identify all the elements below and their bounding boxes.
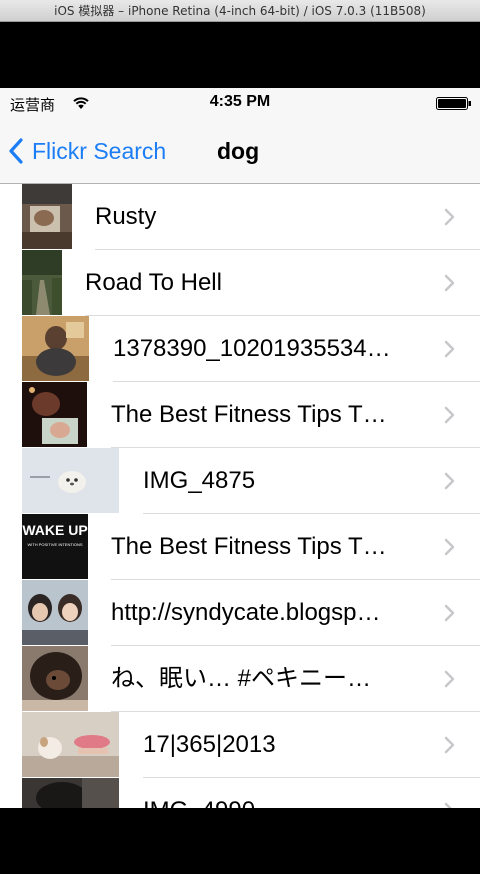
photo-thumbnail (22, 382, 87, 447)
chevron-right-icon (444, 340, 455, 358)
nav-title: dog (217, 138, 260, 164)
table-row[interactable]: WAKE UP WITH POSITIVE INTENTIONS The Bes… (0, 514, 480, 580)
chevron-right-icon (444, 274, 455, 292)
row-title: ね、眠い… #ペキニー… (111, 665, 372, 692)
simulator-top-bezel (0, 22, 480, 88)
status-bar: 运营商 4:35 PM (0, 88, 480, 118)
row-title: The Best Fitness Tips T… (111, 533, 387, 560)
thumbnail-caption-small: WITH POSITIVE INTENTIONS (27, 542, 83, 547)
battery-icon (436, 97, 471, 110)
photo-thumbnail (22, 448, 119, 513)
row-title: IMG_4875 (143, 467, 256, 494)
chevron-right-icon (444, 604, 455, 622)
back-button[interactable]: Flickr Search (8, 136, 166, 166)
table-row[interactable]: ね、眠い… #ペキニー… (0, 646, 480, 712)
back-button-label: Flickr Search (32, 137, 167, 164)
navigation-bar: Flickr Search dog (0, 118, 480, 184)
table-row[interactable]: The Best Fitness Tips T… (0, 382, 480, 448)
chevron-right-icon (444, 472, 455, 490)
table-row[interactable]: Road To Hell (0, 250, 480, 316)
simulator-bottom-bezel (0, 808, 480, 874)
table-row[interactable]: IMG_4875 (0, 448, 480, 514)
photo-thumbnail: WAKE UP WITH POSITIVE INTENTIONS (22, 514, 88, 579)
chevron-right-icon (444, 406, 455, 424)
status-time: 4:35 PM (209, 93, 271, 110)
table-row[interactable]: IMG_4990 (0, 778, 480, 808)
row-title: Road To Hell (85, 269, 222, 296)
table-row[interactable]: http://syndycate.blogsp… (0, 580, 480, 646)
photo-table: Rusty Road To Hell 1378390_10201935534… … (0, 184, 480, 808)
row-title: Rusty (95, 203, 157, 230)
table-row[interactable]: 17|365|2013 (0, 712, 480, 778)
photo-thumbnail (22, 778, 119, 808)
row-title: 17|365|2013 (143, 731, 276, 758)
photo-thumbnail (22, 646, 88, 711)
photo-thumbnail (22, 712, 119, 777)
chevron-left-icon (9, 138, 23, 164)
chevron-right-icon (444, 538, 455, 556)
photo-thumbnail (22, 316, 89, 381)
row-title: 1378390_10201935534… (113, 335, 391, 362)
chevron-right-icon (444, 736, 455, 754)
row-title: IMG_4990 (143, 778, 425, 808)
chevron-right-icon (444, 670, 455, 688)
simulator-title-bar: iOS 模拟器 – iPhone Retina (4-inch 64-bit) … (0, 0, 480, 22)
phone-screen: 运营商 4:35 PM Flickr Search dog Rusty Road… (0, 88, 480, 808)
row-title: The Best Fitness Tips T… (111, 401, 387, 428)
table-row[interactable]: Rusty (0, 184, 480, 250)
photo-thumbnail (22, 250, 62, 315)
row-title: http://syndycate.blogsp… (111, 599, 381, 626)
table-row[interactable]: 1378390_10201935534… (0, 316, 480, 382)
photo-thumbnail (22, 580, 88, 645)
chevron-right-icon (444, 208, 455, 226)
thumbnail-caption-large: WAKE UP (22, 522, 88, 538)
simulator-title: iOS 模拟器 – iPhone Retina (4-inch 64-bit) … (54, 4, 426, 18)
photo-thumbnail (22, 184, 72, 249)
